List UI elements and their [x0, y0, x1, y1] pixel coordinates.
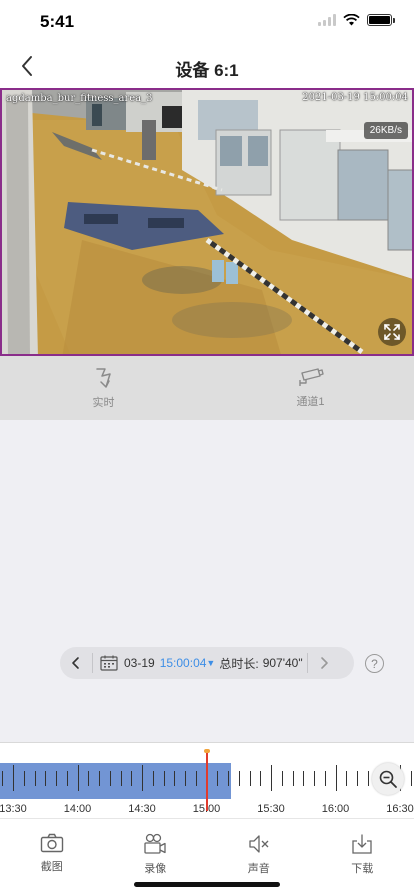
timeline-time-label: 14:00	[63, 803, 92, 815]
fullscreen-button[interactable]	[378, 318, 406, 346]
live-icon	[95, 368, 111, 388]
timeline-minor-tick	[357, 771, 358, 786]
download-icon	[352, 834, 372, 854]
camera-name-overlay: agdamba_bur_fitness_area_3	[6, 93, 153, 104]
wifi-icon	[343, 14, 360, 26]
timeline-minor-tick	[314, 771, 315, 786]
timeline-minor-tick	[120, 771, 122, 786]
record-label: 录像	[144, 863, 167, 875]
timeline-minor-tick	[185, 771, 186, 786]
chevron-left-icon	[72, 657, 79, 669]
download-button[interactable]: 下载	[311, 819, 414, 896]
screenshot-button[interactable]: 截图	[0, 819, 104, 896]
timeline-minor-tick	[249, 771, 251, 786]
timeline-minor-tick	[56, 771, 57, 786]
timeline-major-tick	[271, 765, 272, 791]
timeline-minor-tick	[217, 771, 219, 786]
divider	[92, 653, 93, 673]
timeline-minor-tick	[163, 771, 165, 786]
cellular-signal-icon	[318, 14, 336, 26]
timeline-minor-tick	[346, 771, 348, 786]
timeline-time-label: 14:30	[128, 803, 156, 815]
timeline-minor-tick	[410, 771, 412, 786]
download-label: 下载	[351, 863, 374, 875]
speaker-mute-icon	[249, 835, 269, 853]
timeline-minor-tick	[195, 771, 197, 786]
channel-label: 通道1	[296, 396, 325, 408]
timeline-minor-tick	[260, 771, 262, 786]
timeline-time-label: 16:00	[321, 803, 350, 815]
live-button[interactable]: 实时	[0, 356, 207, 420]
status-time: 5:41	[40, 12, 75, 31]
time-dropdown-icon[interactable]: ▼	[206, 658, 215, 668]
timeline-minor-tick	[2, 771, 4, 786]
zoom-out-button[interactable]	[372, 763, 404, 795]
timeline-major-tick	[13, 765, 14, 791]
timeline-minor-tick	[45, 771, 47, 786]
camera-icon	[298, 368, 324, 386]
timeline-time-label: 13:30	[0, 803, 27, 815]
bitrate-badge: 26KB/s	[363, 122, 408, 139]
zoom-out-icon	[379, 770, 397, 788]
timeline-major-tick	[142, 765, 143, 791]
timeline-minor-tick	[109, 771, 111, 786]
status-bar: 5:41	[0, 0, 414, 44]
timeline-time-label: 15:30	[257, 803, 285, 815]
timeline-minor-tick	[228, 771, 229, 786]
playback-mode-bar: 实时 通道1	[0, 356, 414, 420]
timeline-minor-tick	[99, 771, 100, 786]
timeline-minor-tick	[324, 771, 326, 786]
chevron-right-icon	[320, 657, 328, 669]
next-day-button[interactable]	[308, 647, 340, 679]
timeline-minor-tick	[34, 771, 36, 786]
timeline-minor-tick	[152, 771, 154, 786]
timeline-minor-tick	[131, 771, 133, 786]
help-button[interactable]: ?	[365, 654, 384, 673]
timeline-scrubber[interactable]: 13:3014:0014:3015:0015:3016:0016:30	[0, 742, 414, 818]
playback-time[interactable]: 15:00:04	[160, 656, 207, 670]
playhead-cursor[interactable]	[204, 749, 210, 811]
timeline-minor-tick	[292, 771, 294, 786]
home-indicator	[134, 882, 280, 887]
nav-bar: 设备 6:1	[0, 44, 414, 88]
timeline-major-tick	[77, 765, 79, 791]
timeline-time-label: 16:30	[386, 803, 414, 815]
channel-button[interactable]: 通道1	[207, 356, 414, 420]
timeline-minor-tick	[88, 771, 90, 786]
screenshot-label: 截图	[40, 861, 63, 873]
status-icons	[318, 14, 395, 26]
expand-icon	[384, 324, 400, 340]
previous-day-button[interactable]	[60, 647, 92, 679]
timeline-minor-tick	[23, 771, 25, 786]
duration-value: 907'40"	[262, 656, 303, 670]
camera-feed-image	[2, 90, 412, 354]
video-player[interactable]: agdamba_bur_fitness_area_3 2021-03-19 15…	[0, 88, 414, 356]
timeline-minor-tick	[303, 771, 305, 786]
timeline-minor-tick	[238, 771, 240, 786]
duration-label: 总时长:	[219, 656, 259, 671]
playback-date[interactable]: 03-19	[124, 656, 155, 670]
timeline-minor-tick	[281, 771, 283, 786]
page-title: 设备 6:1	[175, 61, 239, 80]
screenshot-camera-icon	[40, 833, 63, 853]
battery-icon	[367, 14, 395, 26]
video-timestamp-overlay: 2021-03-19 15:00:04	[302, 92, 408, 103]
timeline-minor-tick	[174, 771, 176, 786]
playback-date-bar: 03-19 15:00:04 ▼ 总时长: 907'40"	[60, 647, 354, 679]
live-label: 实时	[92, 397, 115, 409]
timeline-minor-tick	[367, 771, 369, 786]
timeline-minor-tick	[66, 771, 68, 786]
sound-label: 声音	[247, 863, 270, 875]
record-video-icon	[144, 833, 166, 854]
timeline-major-tick	[335, 765, 337, 791]
calendar-icon[interactable]	[100, 655, 118, 671]
